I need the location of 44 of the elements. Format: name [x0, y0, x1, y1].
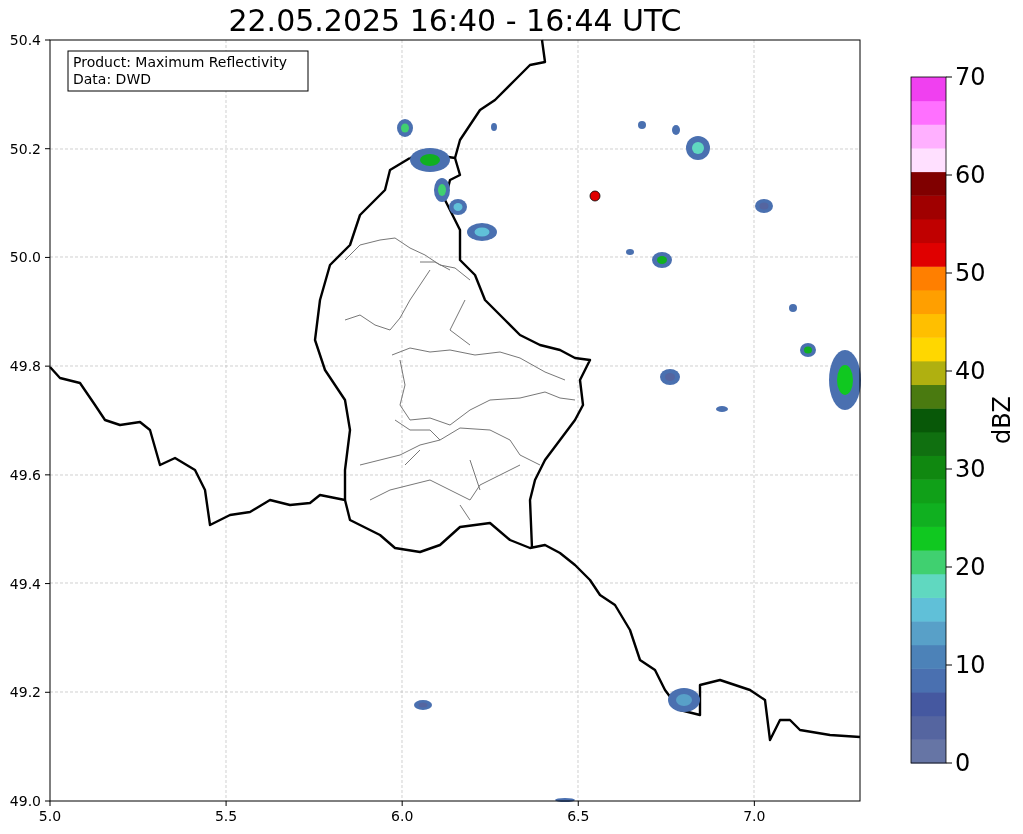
radar-echo: [491, 123, 497, 131]
y-tick-label: 49.0: [9, 793, 41, 809]
colorbar-tick-label: 10: [955, 651, 986, 679]
radar-echo: [672, 125, 680, 135]
y-tick-label: 50.0: [9, 249, 41, 266]
radar-echo: [716, 406, 728, 412]
radar-echo: [555, 798, 575, 802]
x-tick-label: 5.5: [214, 808, 238, 824]
y-tick-label: 49.2: [9, 684, 41, 701]
radar-echo: [414, 700, 432, 710]
radar-echo: [789, 304, 797, 312]
info-text: Data: DWD: [73, 71, 151, 87]
x-tick-label: 7.0: [743, 808, 766, 824]
colorbar-tick-label: 50: [955, 259, 986, 287]
y-tick-label: 49.6: [9, 466, 41, 483]
radar-echo: [626, 249, 634, 255]
chart-title: 22.05.2025 16:40 - 16:44 UTC: [228, 3, 682, 38]
info-text: Product: Maximum Reflectivity: [73, 54, 287, 70]
radar-echo: [467, 223, 497, 241]
radar-echo: [410, 148, 450, 172]
radar-echo: [668, 688, 700, 712]
radar-echo: [829, 350, 861, 410]
y-tick-label: 49.8: [9, 358, 41, 375]
radar-echo: [755, 199, 773, 213]
radar-echo: [686, 136, 710, 160]
radar-echo: [652, 252, 672, 268]
colorbar-tick-label: 70: [955, 63, 986, 91]
x-tick-label: 6.5: [567, 808, 590, 824]
radar-echo: [397, 119, 413, 137]
radar-echo: [660, 369, 680, 385]
colorbar-label: dBZ: [988, 395, 1016, 445]
y-tick-label: 49.4: [9, 575, 41, 592]
colorbar-tick-label: 40: [955, 357, 986, 385]
colorbar-tick-label: 60: [955, 161, 986, 189]
radar-echo: [638, 121, 646, 129]
y-tick-label: 50.4: [9, 32, 41, 48]
colorbar-tick-label: 20: [955, 553, 986, 581]
location-marker: [589, 190, 601, 202]
x-tick-label: 5.0: [38, 808, 62, 824]
colorbar-tick-label: 30: [955, 455, 986, 483]
x-tick-label: 6.0: [391, 808, 414, 824]
y-tick-label: 50.2: [9, 140, 41, 157]
colorbar-tick-label: 0: [955, 749, 971, 777]
radar-echo: [800, 343, 816, 357]
